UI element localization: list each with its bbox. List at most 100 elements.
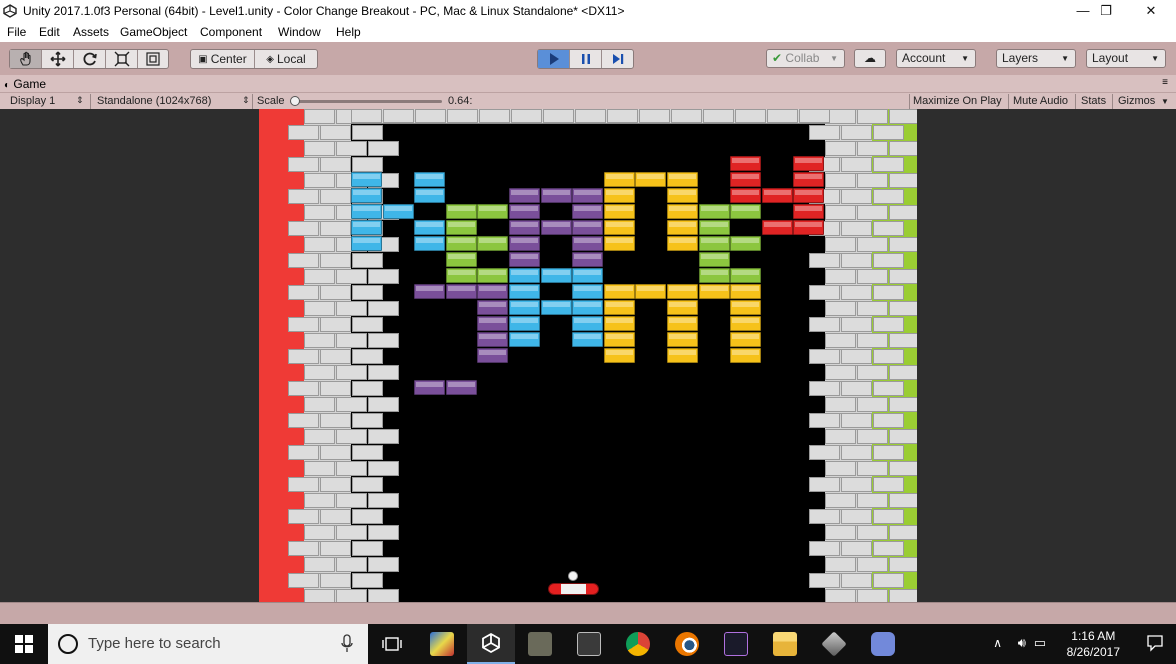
scale-slider[interactable] (290, 96, 442, 106)
taskbar-app-inkscape[interactable] (565, 624, 613, 664)
account-dropdown[interactable]: Account ▼ (896, 49, 976, 68)
taskbar-app-game[interactable] (712, 624, 760, 664)
collab-dropdown[interactable]: ✔ Collab ▼ (766, 49, 845, 68)
brick-green (445, 220, 477, 235)
brick-yellow (635, 284, 667, 299)
menu-gameobject[interactable]: GameObject (120, 25, 187, 39)
brick-purple (477, 348, 509, 363)
cloud-button[interactable]: ☁ (854, 49, 886, 68)
brick-yellow (667, 204, 698, 219)
brick-cyan (572, 316, 604, 331)
brick-red (730, 172, 762, 187)
taskbar-app-blender[interactable] (663, 624, 711, 664)
brick-cyan (414, 236, 446, 251)
collab-label: Collab (785, 51, 820, 65)
brick-yellow (603, 172, 635, 187)
stone-brick (841, 445, 872, 460)
action-center-icon[interactable] (1146, 634, 1164, 652)
game-app-icon (724, 632, 748, 656)
tab-game[interactable]: ◐ Game (4, 77, 46, 91)
brick-purple (509, 252, 540, 267)
taskbar-app-gimp[interactable] (516, 624, 564, 664)
clock-time: 1:16 AM (1071, 629, 1116, 643)
display-dropdown[interactable]: Display 1 (10, 95, 55, 107)
stone-brick (873, 413, 904, 428)
taskbar-search-box[interactable]: Type here to search (48, 624, 368, 664)
gizmos-dropdown[interactable]: Gizmos (1118, 95, 1155, 107)
mute-audio-toggle[interactable]: Mute Audio (1013, 95, 1068, 107)
brick-red (793, 220, 825, 235)
close-button[interactable]: ✕ (1128, 0, 1174, 22)
taskbar-app-nav[interactable] (810, 624, 858, 664)
play-button[interactable] (538, 50, 570, 68)
stone-brick (873, 285, 904, 300)
rotate-tool-icon[interactable] (74, 50, 106, 68)
brick-yellow (667, 236, 698, 251)
stone-brick (288, 509, 319, 524)
pivot-center-button[interactable]: ▣ Center (191, 50, 255, 68)
scale-tool-icon[interactable] (106, 50, 138, 68)
title-bar: Unity 2017.1.0f3 Personal (64bit) - Leve… (0, 0, 1176, 22)
stone-brick (336, 269, 367, 284)
folder-icon (773, 632, 797, 656)
taskbar-app-chrome[interactable] (614, 624, 662, 664)
brick-yellow (667, 332, 698, 347)
step-button[interactable] (602, 50, 633, 68)
taskbar-app-discord[interactable] (859, 624, 907, 664)
check-icon: ✔ (772, 51, 783, 65)
stone-brick (304, 525, 335, 540)
stone-brick (825, 365, 856, 380)
stats-toggle[interactable]: Stats (1081, 95, 1106, 107)
start-button[interactable] (0, 624, 48, 664)
move-tool-icon[interactable] (42, 50, 74, 68)
playmode-controls (537, 49, 634, 69)
network-icon[interactable]: ▭ (1034, 635, 1046, 651)
maximize-on-play-toggle[interactable]: Maximize On Play (913, 95, 1002, 107)
task-view-button[interactable] (368, 624, 416, 664)
scale-value: 0.64: (448, 95, 473, 107)
menu-window[interactable]: Window (278, 25, 321, 39)
stone-brick (368, 429, 399, 444)
stone-brick (607, 109, 638, 123)
brick-yellow (603, 204, 635, 219)
stone-brick (320, 317, 351, 332)
rect-tool-icon[interactable] (138, 50, 168, 68)
stone-brick (841, 189, 872, 204)
taskbar-app-paint[interactable] (418, 624, 466, 664)
stone-brick (304, 205, 335, 220)
scale-slider-thumb[interactable] (290, 96, 300, 106)
hand-tool-icon[interactable] (10, 50, 42, 68)
chevron-up-icon[interactable]: ∧ (993, 636, 1002, 650)
stone-brick (320, 189, 351, 204)
system-clock[interactable]: 1:16 AM 8/26/2017 (1067, 628, 1120, 660)
menu-assets[interactable]: Assets (73, 25, 109, 39)
game-canvas[interactable] (259, 109, 917, 602)
taskbar-app-file-explorer[interactable] (761, 624, 809, 664)
space-local-button[interactable]: ◈ Local (255, 50, 317, 68)
stone-brick (288, 157, 319, 172)
brick-red (793, 156, 825, 171)
stone-brick (857, 173, 888, 188)
menu-help[interactable]: Help (336, 25, 361, 39)
layout-dropdown[interactable]: Layout ▼ (1086, 49, 1166, 68)
menu-edit[interactable]: Edit (39, 25, 60, 39)
panel-menu-icon[interactable]: ≡ (1162, 77, 1168, 88)
brick-green (698, 220, 730, 235)
brick-cyan (509, 332, 540, 347)
menu-file[interactable]: File (7, 25, 26, 39)
pivot-toggles: ▣ Center ◈ Local (190, 49, 318, 69)
microphone-icon[interactable] (340, 634, 354, 654)
menu-component[interactable]: Component (200, 25, 262, 39)
stone-brick (336, 397, 367, 412)
layers-dropdown[interactable]: Layers ▼ (996, 49, 1076, 68)
volume-icon[interactable]: 🔊︎ (1018, 635, 1026, 651)
taskbar-app-unity[interactable] (467, 624, 515, 664)
paddle (548, 583, 599, 595)
clock-date: 8/26/2017 (1066, 645, 1120, 659)
game-viewport[interactable] (0, 109, 1176, 602)
restore-button[interactable]: ❐ (1083, 0, 1129, 22)
resolution-dropdown[interactable]: Standalone (1024x768) (97, 95, 211, 107)
pause-button[interactable] (570, 50, 602, 68)
brick-purple (414, 380, 446, 395)
stone-brick (336, 429, 367, 444)
